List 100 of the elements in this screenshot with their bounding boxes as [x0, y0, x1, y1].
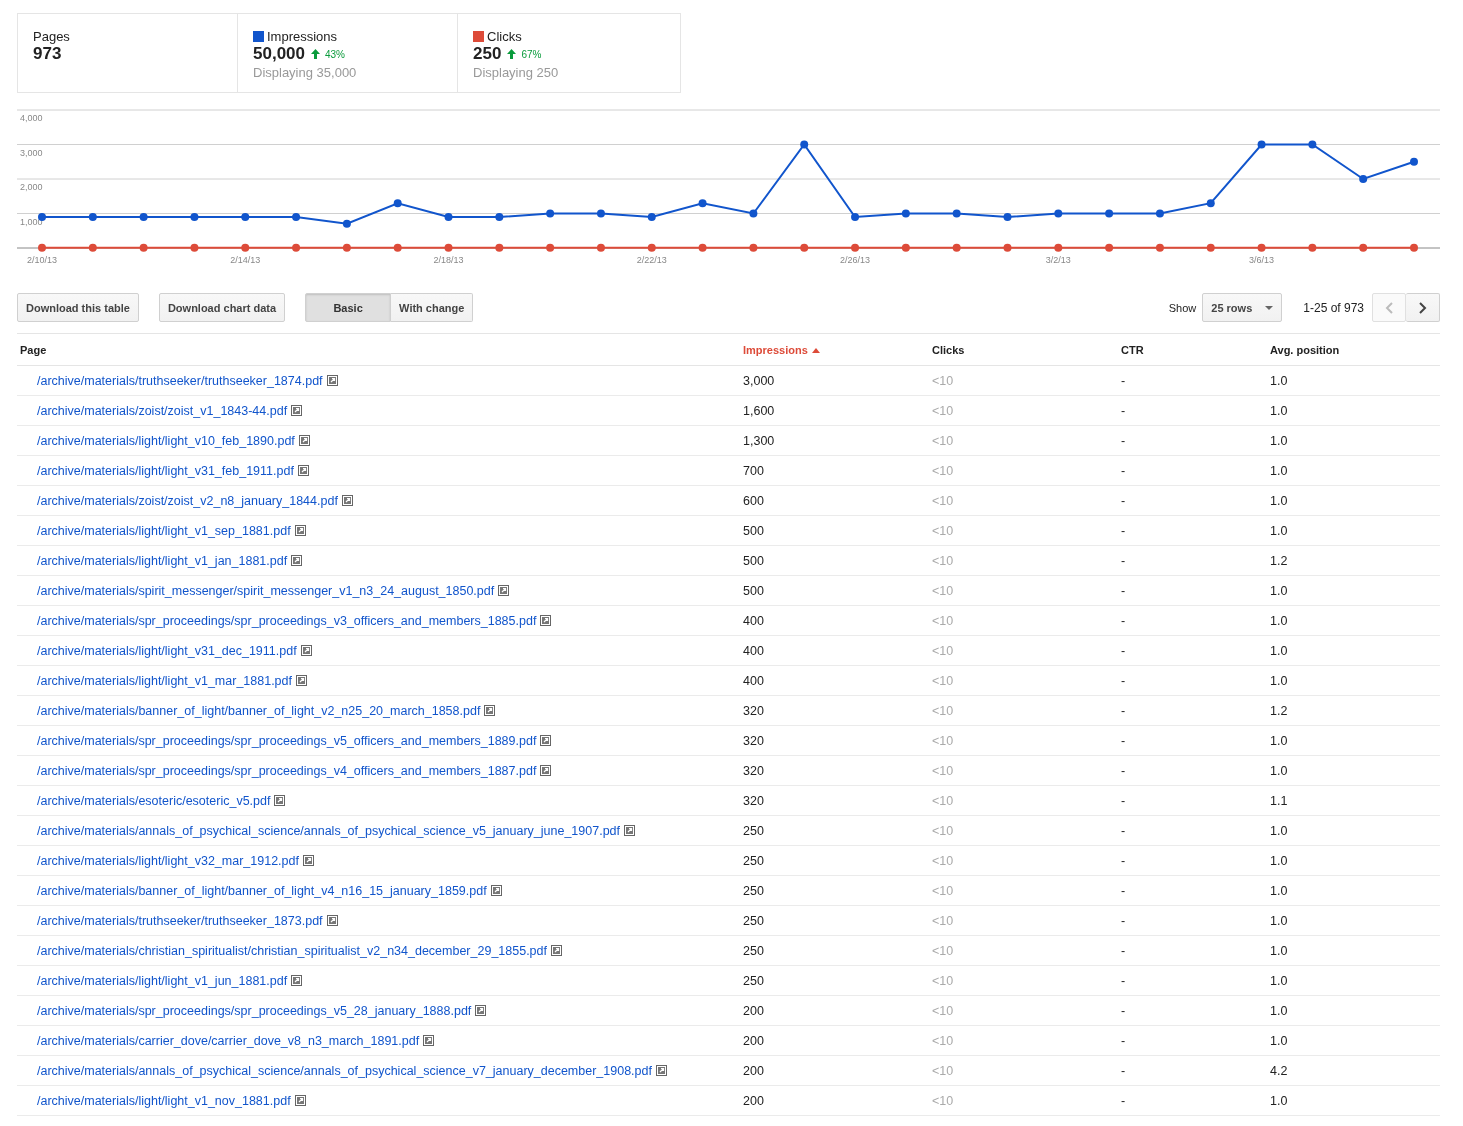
- data-point: [952, 209, 961, 218]
- x-axis-label: 2/10/13: [27, 255, 57, 265]
- up-arrow-icon: [311, 49, 320, 59]
- external-link-icon[interactable]: [423, 1034, 435, 1046]
- table-cell: 3,000: [740, 365, 929, 396]
- table-cell: 1.0: [1267, 995, 1440, 1026]
- page-link[interactable]: /archive/materials/annals_of_psychical_science/annals_of_psychical_science_v7_january_december_1908.pdf: [37, 1063, 652, 1078]
- data-point: [901, 243, 910, 252]
- table-cell: <10: [929, 575, 1118, 606]
- table-cell: <10: [929, 725, 1118, 756]
- data-point: [88, 243, 97, 252]
- table-cell: 250: [740, 875, 929, 906]
- view-toggle-button[interactable]: Basic: [305, 293, 392, 322]
- external-link-icon[interactable]: [291, 974, 303, 986]
- table-cell: 1.0: [1267, 875, 1440, 906]
- page-link[interactable]: /archive/materials/light/light_v32_mar_1912.pdf: [37, 853, 299, 868]
- external-link-icon[interactable]: [294, 524, 306, 536]
- column-header[interactable]: CTR: [1118, 333, 1267, 366]
- table-cell: 320: [740, 695, 929, 726]
- page-link[interactable]: /archive/materials/light/light_v1_sep_1881.pdf: [37, 523, 291, 538]
- page-link[interactable]: /archive/materials/truthseeker/truthseeker_1873.pdf: [37, 913, 323, 928]
- external-link-icon[interactable]: [294, 1094, 306, 1106]
- data-point: [1257, 243, 1266, 252]
- table-cell: <10: [929, 815, 1118, 846]
- column-header[interactable]: Page: [17, 333, 740, 366]
- y-axis-label: 3,000: [20, 147, 43, 158]
- table-cell: 400: [740, 605, 929, 636]
- page-link[interactable]: /archive/materials/banner_of_light/banner_of_light_v2_n25_20_march_1858.pdf: [37, 703, 481, 718]
- external-link-icon[interactable]: [300, 644, 312, 656]
- external-link-icon[interactable]: [302, 854, 314, 866]
- page-link[interactable]: /archive/materials/light/light_v1_jan_1881.pdf: [37, 553, 288, 568]
- table-cell: 1.0: [1267, 515, 1440, 546]
- external-link-icon[interactable]: [291, 404, 303, 416]
- external-link-icon[interactable]: [298, 434, 310, 446]
- page-link[interactable]: /archive/materials/light/light_v1_mar_1881.pdf: [37, 673, 292, 688]
- table-cell: 400: [740, 665, 929, 696]
- external-link-icon[interactable]: [540, 614, 552, 626]
- external-link-icon[interactable]: [484, 704, 496, 716]
- page-link[interactable]: /archive/materials/spr_proceedings/spr_proceedings_v4_officers_and_members_1887.pdf: [37, 763, 537, 778]
- column-header[interactable]: Clicks: [929, 333, 1118, 366]
- table-cell: -: [1118, 1085, 1267, 1116]
- table-cell: <10: [929, 995, 1118, 1026]
- column-header[interactable]: Impressions: [740, 333, 929, 366]
- external-link-icon[interactable]: [551, 944, 562, 956]
- column-header[interactable]: Avg. position: [1267, 333, 1440, 366]
- data-point: [292, 212, 301, 221]
- page-link[interactable]: /archive/materials/christian_spiritualist/christian_spiritualist_v2_n34_december_29_1855.pdf: [37, 943, 547, 958]
- page-link[interactable]: /archive/materials/carrier_dove/carrier_dove_v8_n3_march_1891.pdf: [37, 1033, 420, 1048]
- page-link[interactable]: /archive/materials/zoist/zoist_v1_1843-44.pdf: [37, 403, 288, 418]
- table-cell: 1.0: [1267, 905, 1440, 936]
- external-link-icon[interactable]: [291, 554, 303, 566]
- page-link[interactable]: /archive/materials/spr_proceedings/spr_proceedings_v5_28_january_1888.pdf: [37, 1003, 472, 1018]
- table-cell: 1.0: [1267, 425, 1440, 456]
- page-link[interactable]: /archive/materials/light/light_v10_feb_1890.pdf: [37, 433, 295, 448]
- external-link-icon[interactable]: [296, 674, 307, 686]
- data-point: [1054, 209, 1063, 218]
- page-link[interactable]: /archive/materials/light/light_v1_nov_1881.pdf: [37, 1093, 291, 1108]
- table-cell: 250: [740, 905, 929, 936]
- download-button[interactable]: Download chart data: [158, 293, 286, 322]
- page-link[interactable]: /archive/materials/light/light_v31_dec_1911.pdf: [37, 643, 297, 658]
- table-cell: -: [1118, 815, 1267, 846]
- external-link-icon[interactable]: [297, 464, 309, 476]
- external-link-icon[interactable]: [475, 1004, 487, 1016]
- chevron-right-icon: [1418, 301, 1427, 314]
- table-cell: <10: [929, 965, 1118, 996]
- page-link[interactable]: /archive/materials/spr_proceedings/spr_proceedings_v3_officers_and_members_1885.pdf: [37, 613, 537, 628]
- page-link[interactable]: /archive/materials/esoteric/esoteric_v5.pdf: [37, 793, 271, 808]
- page-link[interactable]: /archive/materials/light/light_v31_feb_1911.pdf: [37, 463, 294, 478]
- page-link[interactable]: /archive/materials/annals_of_psychical_science/annals_of_psychical_science_v5_january_june_1907.pdf: [37, 823, 620, 838]
- data-point: [698, 199, 707, 208]
- data-point: [546, 209, 555, 218]
- page-link[interactable]: /archive/materials/banner_of_light/banner_of_light_v4_n16_15_january_1859.pdf: [37, 883, 487, 898]
- table-cell: 200: [740, 1025, 929, 1056]
- data-point: [800, 140, 809, 149]
- external-link-icon[interactable]: [490, 884, 502, 896]
- next-page-button[interactable]: [1406, 293, 1440, 322]
- external-link-icon[interactable]: [274, 794, 286, 806]
- external-link-icon[interactable]: [655, 1064, 667, 1076]
- external-link-icon[interactable]: [341, 494, 353, 506]
- external-link-icon[interactable]: [540, 734, 552, 746]
- external-link-icon[interactable]: [326, 914, 338, 926]
- external-link-icon[interactable]: [326, 374, 338, 386]
- page-link[interactable]: /archive/materials/light/light_v1_jun_1881.pdf: [37, 973, 288, 988]
- external-link-icon[interactable]: [540, 764, 552, 776]
- rows-dropdown[interactable]: 25 rows: [1202, 293, 1283, 322]
- data-point: [749, 209, 758, 218]
- external-link-icon[interactable]: [498, 584, 510, 596]
- view-toggle-button[interactable]: With change: [391, 293, 474, 322]
- displaying-note: Displaying 250: [473, 65, 560, 80]
- external-link-icon[interactable]: [624, 824, 635, 836]
- page-link[interactable]: /archive/materials/truthseeker/truthseeker_1874.pdf: [37, 373, 323, 388]
- page-link[interactable]: /archive/materials/spirit_messenger/spirit_messenger_v1_n3_24_august_1850.pdf: [37, 583, 495, 598]
- table-cell: <10: [929, 875, 1118, 906]
- page-link[interactable]: /archive/materials/zoist/zoist_v2_n8_january_1844.pdf: [37, 493, 338, 508]
- page-link[interactable]: /archive/materials/spr_proceedings/spr_proceedings_v5_officers_and_members_1889.pdf: [37, 733, 537, 748]
- table-cell: 200: [740, 995, 929, 1026]
- data-point: [1206, 199, 1215, 208]
- y-axis-label: 4,000: [20, 113, 43, 123]
- download-button[interactable]: Download this table: [17, 293, 139, 322]
- table-cell: -: [1118, 905, 1267, 936]
